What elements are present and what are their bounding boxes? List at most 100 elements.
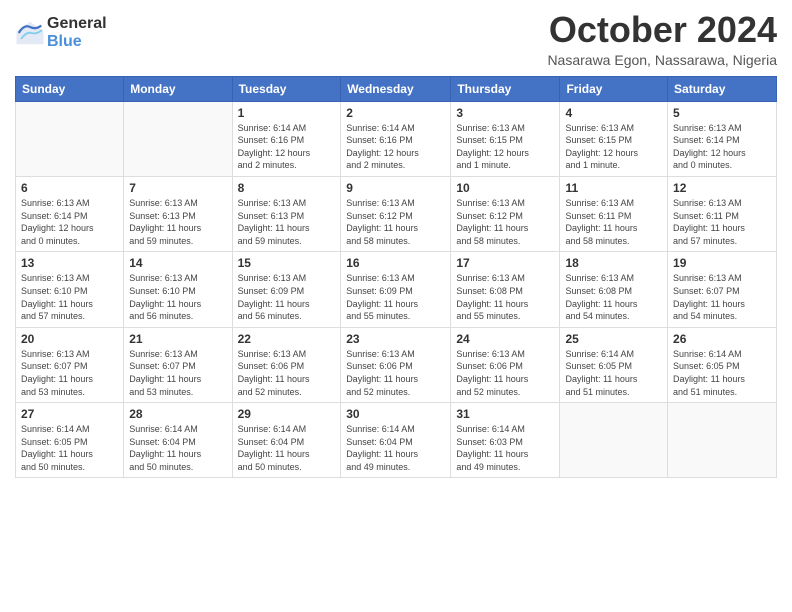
col-monday: Monday — [124, 76, 232, 101]
day-info: Sunrise: 6:13 AM Sunset: 6:06 PM Dayligh… — [456, 348, 554, 398]
logo-general: General — [47, 15, 107, 33]
calendar-cell: 25 Sunrise: 6:14 AM Sunset: 6:05 PM Dayli… — [560, 327, 668, 402]
day-info: Sunrise: 6:13 AM Sunset: 6:12 PM Dayligh… — [346, 197, 445, 247]
day-number: 29 — [238, 407, 336, 421]
calendar-cell: 15 Sunrise: 6:13 AM Sunset: 6:09 PM Dayli… — [232, 252, 341, 327]
calendar-week-row-5: 27 Sunrise: 6:14 AM Sunset: 6:05 PM Dayli… — [16, 403, 777, 478]
day-info: Sunrise: 6:13 AM Sunset: 6:08 PM Dayligh… — [565, 272, 662, 322]
logo-icon — [15, 18, 45, 48]
day-number: 5 — [673, 106, 771, 120]
day-number: 9 — [346, 181, 445, 195]
calendar-cell: 19Sunrise: 6:13 AM Sunset: 6:07 PM Dayli… — [668, 252, 777, 327]
day-number: 6 — [21, 181, 118, 195]
day-info: Sunrise: 6:14 AM Sunset: 6:05 PM Dayligh… — [673, 348, 771, 398]
calendar-cell: 3 Sunrise: 6:13 AM Sunset: 6:15 PM Daylig… — [451, 101, 560, 176]
day-info: Sunrise: 6:14 AM Sunset: 6:04 PM Dayligh… — [129, 423, 226, 473]
day-info: Sunrise: 6:14 AM Sunset: 6:04 PM Dayligh… — [346, 423, 445, 473]
calendar-cell: 14 Sunrise: 6:13 AM Sunset: 6:10 PM Dayli… — [124, 252, 232, 327]
day-info: Sunrise: 6:13 AM Sunset: 6:14 PM Dayligh… — [21, 197, 118, 247]
calendar-cell: 29 Sunrise: 6:14 AM Sunset: 6:04 PM Dayli… — [232, 403, 341, 478]
calendar-cell: 26 Sunrise: 6:14 AM Sunset: 6:05 PM Dayli… — [668, 327, 777, 402]
calendar-cell: 13 Sunrise: 6:13 AM Sunset: 6:10 PM Dayli… — [16, 252, 124, 327]
day-info: Sunrise: 6:13 AM Sunset: 6:10 PM Dayligh… — [129, 272, 226, 322]
calendar-table: Sunday Monday Tuesday Wednesday Thursday… — [15, 76, 777, 479]
day-number: 24 — [456, 332, 554, 346]
day-info: Sunrise: 6:13 AM Sunset: 6:12 PM Dayligh… — [456, 197, 554, 247]
day-number: 17 — [456, 256, 554, 270]
day-info: Sunrise: 6:14 AM Sunset: 6:03 PM Dayligh… — [456, 423, 554, 473]
calendar-cell — [560, 403, 668, 478]
day-info: Sunrise: 6:14 AM Sunset: 6:05 PM Dayligh… — [21, 423, 118, 473]
day-number: 22 — [238, 332, 336, 346]
calendar-cell: 12Sunrise: 6:13 AM Sunset: 6:11 PM Dayli… — [668, 176, 777, 251]
day-number: 15 — [238, 256, 336, 270]
page: General Blue October 2024 Nasarawa Egon,… — [0, 0, 792, 612]
calendar-cell: 30 Sunrise: 6:14 AM Sunset: 6:04 PM Dayli… — [341, 403, 451, 478]
col-saturday: Saturday — [668, 76, 777, 101]
header: General Blue October 2024 Nasarawa Egon,… — [15, 10, 777, 68]
day-number: 13 — [21, 256, 118, 270]
day-number: 16 — [346, 256, 445, 270]
calendar-week-row-4: 20 Sunrise: 6:13 AM Sunset: 6:07 PM Dayli… — [16, 327, 777, 402]
calendar-cell — [668, 403, 777, 478]
calendar-cell: 21Sunrise: 6:13 AM Sunset: 6:07 PM Dayli… — [124, 327, 232, 402]
calendar-cell: 23 Sunrise: 6:13 AM Sunset: 6:06 PM Dayli… — [341, 327, 451, 402]
day-number: 30 — [346, 407, 445, 421]
day-info: Sunrise: 6:13 AM Sunset: 6:10 PM Dayligh… — [21, 272, 118, 322]
calendar-cell: 4 Sunrise: 6:13 AM Sunset: 6:15 PM Daylig… — [560, 101, 668, 176]
calendar-cell: 9 Sunrise: 6:13 AM Sunset: 6:12 PM Daylig… — [341, 176, 451, 251]
day-info: Sunrise: 6:14 AM Sunset: 6:05 PM Dayligh… — [565, 348, 662, 398]
calendar-week-row-3: 13 Sunrise: 6:13 AM Sunset: 6:10 PM Dayli… — [16, 252, 777, 327]
day-number: 23 — [346, 332, 445, 346]
day-number: 31 — [456, 407, 554, 421]
col-thursday: Thursday — [451, 76, 560, 101]
calendar-cell: 6 Sunrise: 6:13 AM Sunset: 6:14 PM Daylig… — [16, 176, 124, 251]
day-number: 27 — [21, 407, 118, 421]
calendar-header-row: Sunday Monday Tuesday Wednesday Thursday… — [16, 76, 777, 101]
logo: General Blue — [15, 15, 107, 50]
day-info: Sunrise: 6:14 AM Sunset: 6:04 PM Dayligh… — [238, 423, 336, 473]
day-number: 26 — [673, 332, 771, 346]
day-info: Sunrise: 6:13 AM Sunset: 6:07 PM Dayligh… — [129, 348, 226, 398]
day-info: Sunrise: 6:13 AM Sunset: 6:14 PM Dayligh… — [673, 122, 771, 172]
day-info: Sunrise: 6:13 AM Sunset: 6:11 PM Dayligh… — [565, 197, 662, 247]
day-number: 20 — [21, 332, 118, 346]
day-info: Sunrise: 6:13 AM Sunset: 6:09 PM Dayligh… — [238, 272, 336, 322]
day-info: Sunrise: 6:13 AM Sunset: 6:15 PM Dayligh… — [456, 122, 554, 172]
month-title: October 2024 — [547, 10, 777, 50]
day-info: Sunrise: 6:14 AM Sunset: 6:16 PM Dayligh… — [238, 122, 336, 172]
calendar-cell: 22 Sunrise: 6:13 AM Sunset: 6:06 PM Dayli… — [232, 327, 341, 402]
calendar-cell: 24 Sunrise: 6:13 AM Sunset: 6:06 PM Dayli… — [451, 327, 560, 402]
day-number: 4 — [565, 106, 662, 120]
day-info: Sunrise: 6:13 AM Sunset: 6:06 PM Dayligh… — [346, 348, 445, 398]
day-info: Sunrise: 6:13 AM Sunset: 6:11 PM Dayligh… — [673, 197, 771, 247]
calendar-cell: 31 Sunrise: 6:14 AM Sunset: 6:03 PM Dayli… — [451, 403, 560, 478]
day-number: 10 — [456, 181, 554, 195]
day-number: 25 — [565, 332, 662, 346]
day-info: Sunrise: 6:13 AM Sunset: 6:13 PM Dayligh… — [238, 197, 336, 247]
calendar-cell: 1Sunrise: 6:14 AM Sunset: 6:16 PM Daylig… — [232, 101, 341, 176]
day-info: Sunrise: 6:13 AM Sunset: 6:15 PM Dayligh… — [565, 122, 662, 172]
day-number: 8 — [238, 181, 336, 195]
calendar-cell: 17Sunrise: 6:13 AM Sunset: 6:08 PM Dayli… — [451, 252, 560, 327]
day-info: Sunrise: 6:13 AM Sunset: 6:06 PM Dayligh… — [238, 348, 336, 398]
calendar-week-row-1: 1Sunrise: 6:14 AM Sunset: 6:16 PM Daylig… — [16, 101, 777, 176]
day-info: Sunrise: 6:13 AM Sunset: 6:13 PM Dayligh… — [129, 197, 226, 247]
calendar-cell: 10 Sunrise: 6:13 AM Sunset: 6:12 PM Dayli… — [451, 176, 560, 251]
calendar-cell: 2Sunrise: 6:14 AM Sunset: 6:16 PM Daylig… — [341, 101, 451, 176]
day-info: Sunrise: 6:13 AM Sunset: 6:07 PM Dayligh… — [21, 348, 118, 398]
calendar-cell: 8 Sunrise: 6:13 AM Sunset: 6:13 PM Daylig… — [232, 176, 341, 251]
logo-text: General Blue — [47, 15, 107, 50]
calendar-cell: 11Sunrise: 6:13 AM Sunset: 6:11 PM Dayli… — [560, 176, 668, 251]
calendar-cell: 5 Sunrise: 6:13 AM Sunset: 6:14 PM Daylig… — [668, 101, 777, 176]
col-sunday: Sunday — [16, 76, 124, 101]
day-number: 7 — [129, 181, 226, 195]
day-number: 3 — [456, 106, 554, 120]
calendar-cell: 18Sunrise: 6:13 AM Sunset: 6:08 PM Dayli… — [560, 252, 668, 327]
day-number: 14 — [129, 256, 226, 270]
col-wednesday: Wednesday — [341, 76, 451, 101]
day-number: 19 — [673, 256, 771, 270]
calendar-cell: 7 Sunrise: 6:13 AM Sunset: 6:13 PM Daylig… — [124, 176, 232, 251]
calendar-cell — [124, 101, 232, 176]
location-subtitle: Nasarawa Egon, Nassarawa, Nigeria — [547, 52, 777, 68]
